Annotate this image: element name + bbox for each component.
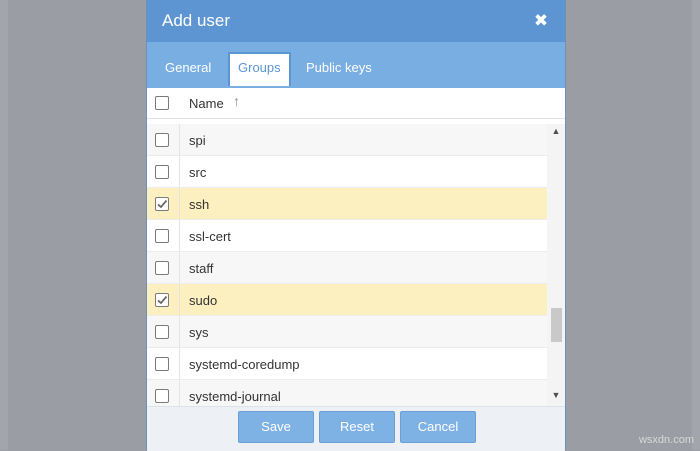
sort-ascending-icon: ↑	[233, 93, 240, 109]
reset-button[interactable]: Reset	[319, 411, 395, 443]
cancel-button[interactable]: Cancel	[400, 411, 476, 443]
group-name: sys	[189, 325, 209, 340]
grid-header: Name ↑	[147, 88, 565, 119]
watermark: wsxdn.com	[638, 434, 694, 446]
row-checkbox-cell	[147, 252, 180, 283]
list-item[interactable]: sys	[147, 316, 547, 348]
name-column-header[interactable]: Name	[189, 96, 224, 111]
group-name: ssl-cert	[189, 229, 231, 244]
select-all-checkbox[interactable]	[155, 96, 169, 110]
list-item[interactable]: staff	[147, 252, 547, 284]
unchecked-checkbox[interactable]	[155, 325, 169, 339]
list-item[interactable]: systemd-journal	[147, 380, 547, 406]
tab-bar: General Groups Public keys	[147, 42, 565, 88]
unchecked-checkbox[interactable]	[155, 133, 169, 147]
list-item[interactable]: src	[147, 156, 547, 188]
dialog-title: Add user	[162, 11, 231, 30]
unchecked-checkbox[interactable]	[155, 165, 169, 179]
group-name: sudo	[189, 293, 218, 308]
unchecked-checkbox[interactable]	[155, 357, 169, 371]
row-checkbox-cell	[147, 380, 180, 406]
scroll-up-arrow-icon[interactable]: ▲	[551, 124, 561, 138]
scrollbar-thumb[interactable]	[551, 308, 562, 342]
group-name: spi	[189, 133, 206, 148]
list-item[interactable]: spi	[147, 124, 547, 156]
list-item[interactable]: sudo	[147, 284, 547, 316]
row-checkbox-cell	[147, 348, 180, 379]
checked-checkbox[interactable]	[155, 197, 169, 211]
checked-checkbox[interactable]	[155, 293, 169, 307]
list-item[interactable]: ssh	[147, 188, 547, 220]
unchecked-checkbox[interactable]	[155, 261, 169, 275]
unchecked-checkbox[interactable]	[155, 229, 169, 243]
list-item[interactable]: ssl-cert	[147, 220, 547, 252]
group-name: systemd-journal	[189, 389, 281, 404]
save-button[interactable]: Save	[238, 411, 314, 443]
dialog-titlebar: Add user ✖	[147, 0, 565, 42]
row-checkbox-cell	[147, 124, 180, 155]
scroll-down-arrow-icon[interactable]: ▼	[551, 388, 561, 402]
group-list: spi src ssh ssl-cert staff sudo sys systemd-cor…	[147, 124, 547, 406]
group-name: ssh	[189, 197, 210, 212]
tab-groups[interactable]: Groups	[228, 52, 291, 86]
close-icon[interactable]: ✖	[531, 10, 551, 32]
tab-general[interactable]: General	[157, 52, 219, 84]
add-user-dialog: Add user ✖ General Groups Public keys Na…	[146, 0, 566, 451]
row-checkbox-cell	[147, 220, 180, 251]
row-checkbox-cell	[147, 316, 180, 347]
scrollbar[interactable]: ▲ ▼	[547, 124, 565, 406]
tab-public-keys[interactable]: Public keys	[298, 52, 380, 84]
background-panel-right	[692, 0, 700, 450]
list-item[interactable]: systemd-coredump	[147, 348, 547, 380]
unchecked-checkbox[interactable]	[155, 389, 169, 403]
row-checkbox-cell	[147, 188, 180, 219]
group-name: src	[189, 165, 207, 180]
row-checkbox-cell	[147, 284, 180, 315]
dialog-footer: Save Reset Cancel	[147, 406, 565, 451]
row-checkbox-cell	[147, 156, 180, 187]
background-panel-left	[0, 0, 8, 450]
group-name: systemd-coredump	[189, 357, 300, 372]
group-name: staff	[189, 261, 214, 276]
